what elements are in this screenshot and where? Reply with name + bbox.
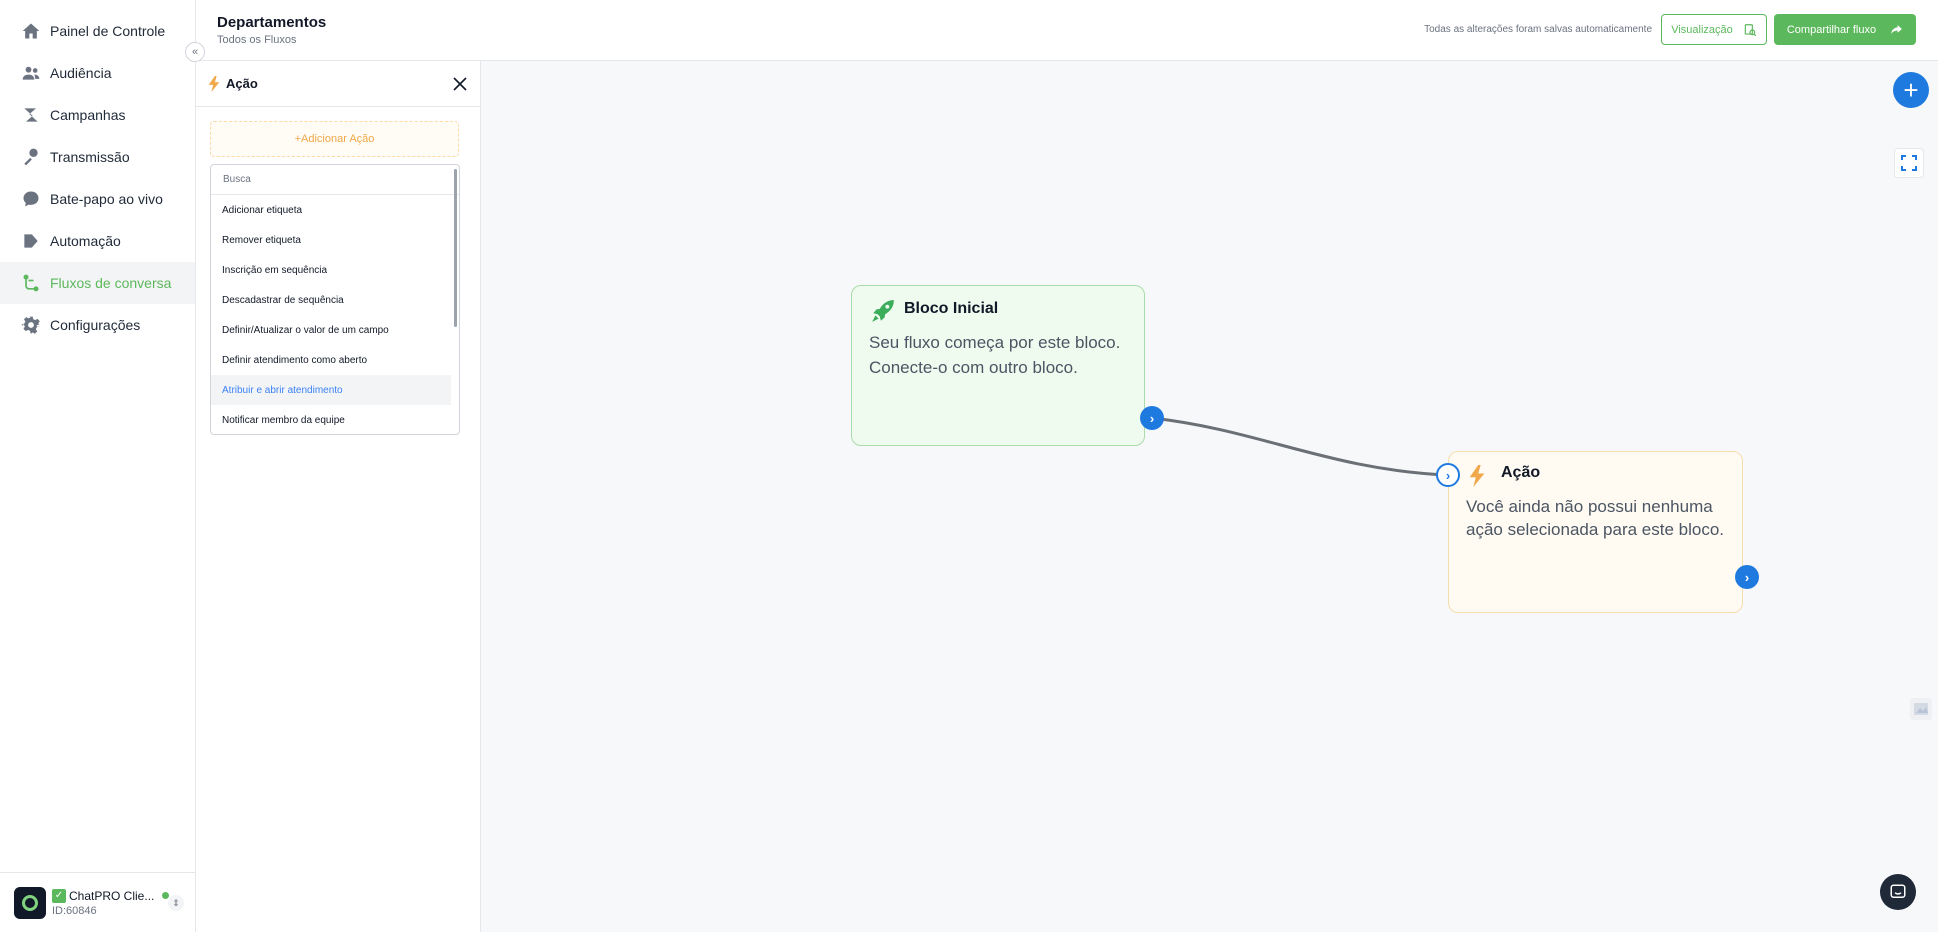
sidebar-item-fluxos-de-conversa[interactable]: Fluxos de conversa [0,262,195,304]
sidebar-item-configuracoes[interactable]: Configurações [0,304,195,346]
rocket-icon [872,300,894,322]
account-switcher[interactable]: ✓ ChatPRO Clie... ID:60846 ⇕ [0,872,196,932]
campaigns-icon [20,104,42,126]
option-inscricao-em-sequencia[interactable]: Inscrição em sequência [211,255,451,285]
sidebar-item-label: Configurações [50,317,141,333]
action-node-description: Você ainda não possui nenhuma ação selec… [1466,497,1725,539]
chat-icon [1890,884,1906,898]
action-dropdown: Adicionar etiqueta Remover etiqueta Insc… [210,164,460,435]
option-atribuir-abrir-atendimento[interactable]: Atribuir e abrir atendimento [211,375,451,405]
chat-bubble-icon [20,188,42,210]
search-input[interactable] [223,174,423,185]
share-icon [1891,25,1903,34]
action-node-output-handle[interactable]: › [1735,565,1759,589]
dropdown-scrollbar[interactable] [454,169,457,327]
sidebar: Painel de Controle Audiência Campanhas T… [0,0,196,932]
plus-icon: + [1903,74,1919,105]
option-descadastrar-de-sequencia[interactable]: Descadastrar de sequência [211,285,451,315]
page-header: Departamentos Todos os Fluxos Todas as a… [196,0,1938,61]
lightning-icon [208,75,220,92]
sidebar-item-automacao[interactable]: Automação [0,220,195,262]
share-flow-button[interactable]: Compartilhar fluxo [1774,14,1916,45]
option-definir-atendimento-aberto[interactable]: Definir atendimento como aberto [211,345,451,375]
account-name: ChatPRO Clie... [69,888,155,903]
sidebar-item-label: Transmissão [50,149,130,165]
breadcrumb[interactable]: Todos os Fluxos [217,34,296,46]
start-node[interactable]: Bloco Inicial Seu fluxo começa por este … [851,285,1145,446]
account-avatar [14,886,46,919]
sidebar-item-transmissao[interactable]: Transmissão [0,136,195,178]
sidebar-item-bate-papo[interactable]: Bate-papo ao vivo [0,178,195,220]
add-block-button[interactable]: + [1893,72,1929,108]
option-remover-etiqueta[interactable]: Remover etiqueta [211,225,451,255]
option-adicionar-etiqueta[interactable]: Adicionar etiqueta [211,195,451,225]
add-action-button[interactable]: +Adicionar Ação [210,121,459,157]
page-title: Departamentos [217,14,327,31]
sidebar-item-label: Automação [50,233,121,249]
action-node-input-handle[interactable]: › [1436,463,1460,487]
sidebar-item-painel-de-controle[interactable]: Painel de Controle [0,10,195,52]
panel-title: Ação [226,76,258,91]
fit-view-button[interactable] [1894,148,1924,178]
sidebar-item-label: Campanhas [50,107,126,123]
fullscreen-icon [1901,155,1917,171]
gear-icon [20,314,42,336]
expand-account-icon[interactable]: ⇕ [168,895,184,911]
preview-icon [1744,23,1757,36]
preview-button-label: Visualização [1671,23,1733,36]
sidebar-item-label: Bate-papo ao vivo [50,191,163,207]
collapse-sidebar-button[interactable]: « [185,42,205,62]
support-chat-button[interactable] [1880,874,1916,910]
start-node-output-handle[interactable]: › [1140,406,1164,430]
home-icon [20,20,42,42]
sidebar-item-label: Painel de Controle [50,23,166,39]
close-icon[interactable] [450,74,470,94]
sidebar-nav: Painel de Controle Audiência Campanhas T… [0,0,195,346]
automation-icon [20,230,42,252]
verified-check-icon: ✓ [52,888,66,903]
share-button-label: Compartilhar fluxo [1786,23,1877,36]
option-notificar-membro-equipe[interactable]: Notificar membro da equipe [211,405,451,434]
option-definir-atualizar-campo[interactable]: Definir/Atualizar o valor de um campo [211,315,451,345]
save-status: Todas as alterações foram salvas automat… [1424,24,1652,35]
double-chevron-left-icon: « [191,46,199,58]
minimap-icon[interactable] [1910,698,1932,720]
flow-icon [20,272,42,294]
sidebar-item-campanhas[interactable]: Campanhas [0,94,195,136]
lightning-icon [1469,465,1485,487]
action-panel: Ação +Adicionar Ação Adicionar etiqueta … [196,61,481,932]
sidebar-item-label: Audiência [50,65,112,81]
account-id: ID:60846 [52,904,97,917]
action-node[interactable]: Ação Você ainda não possui nenhuma ação … [1448,451,1743,613]
start-node-description: Seu fluxo começa por este bloco. Conecte… [869,333,1121,377]
sidebar-item-label: Fluxos de conversa [50,275,172,291]
broadcast-icon [20,146,42,168]
preview-button[interactable]: Visualização [1661,14,1767,45]
sidebar-item-audiencia[interactable]: Audiência [0,52,195,94]
users-icon [20,62,42,84]
action-node-title: Ação [1501,464,1541,481]
start-node-title: Bloco Inicial [904,300,999,317]
